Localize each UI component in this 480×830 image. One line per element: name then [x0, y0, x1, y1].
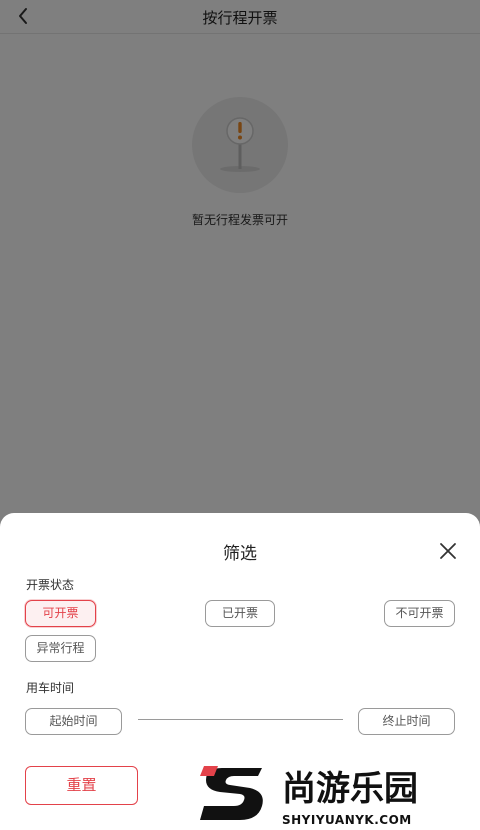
close-icon	[440, 543, 456, 559]
invoice-status-label: 开票状态	[26, 578, 75, 592]
close-button[interactable]	[437, 540, 459, 562]
start-time-field[interactable]: 起始时间	[25, 708, 122, 735]
watermark-logo: 尚游乐园 SHYIYUANYK.COM	[200, 760, 480, 830]
filter-sheet-title: 筛选	[223, 544, 257, 564]
status-chip-invoiced[interactable]: 已开票	[205, 600, 275, 627]
watermark-brand-en: SHYIYUANYK.COM	[282, 813, 412, 827]
reset-button[interactable]: 重置	[25, 766, 138, 805]
status-chip-not-invoiceable[interactable]: 不可开票	[384, 600, 455, 627]
end-time-field[interactable]: 终止时间	[358, 708, 455, 735]
ride-time-label: 用车时间	[26, 681, 75, 695]
watermark: 尚游乐园 SHYIYUANYK.COM	[200, 760, 480, 830]
watermark-brand-cn: 尚游乐园	[282, 769, 418, 809]
time-range-divider	[138, 719, 343, 720]
status-chip-abnormal-trip[interactable]: 异常行程	[25, 635, 96, 662]
status-chip-invoiceable[interactable]: 可开票	[25, 600, 96, 627]
screen: 按行程开票 暂无行程发票可开 筛选 开票状态 可开票 已开票 不可开票 异常行程…	[0, 0, 480, 830]
